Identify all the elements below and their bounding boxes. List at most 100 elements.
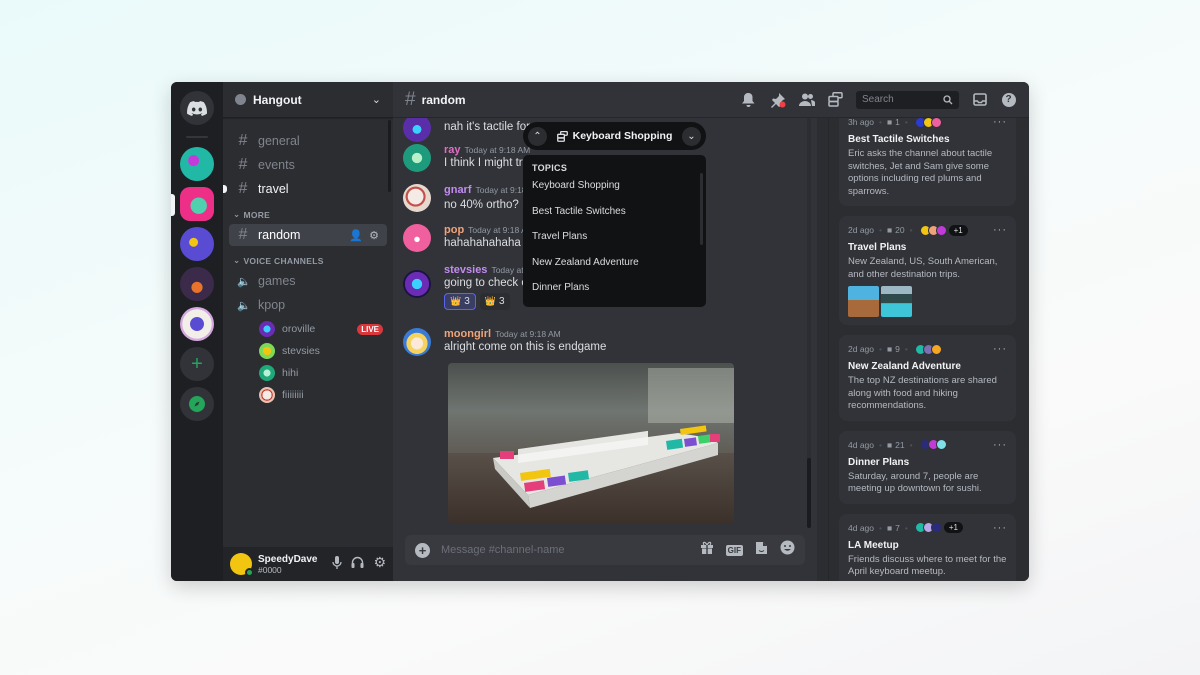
message-author[interactable]: moongirl Today at 9:18 AM: [444, 328, 606, 340]
voice-user[interactable]: hihi: [229, 362, 387, 384]
emoji-icon[interactable]: [780, 540, 795, 560]
channel-general[interactable]: # general: [229, 130, 387, 152]
topic-item[interactable]: Travel Plans: [532, 231, 697, 257]
rail-separator: [186, 136, 208, 138]
online-status-dot: [245, 568, 254, 577]
message-count-icon: ■: [886, 117, 893, 127]
thread-card[interactable]: 3h ago • ■ 1 • ··· Best Tactile Switches Eric…: [839, 108, 1016, 206]
hash-icon: #: [238, 180, 248, 197]
microphone-icon[interactable]: [332, 556, 343, 572]
voice-user[interactable]: stevsies: [229, 340, 387, 362]
previous-topic-button[interactable]: ⌃: [528, 126, 547, 146]
panel-divider: [828, 118, 829, 581]
pin-icon[interactable]: [769, 91, 786, 108]
avatar[interactable]: [403, 144, 431, 172]
reaction-button[interactable]: 👑 3: [479, 293, 510, 310]
chat-scrollbar[interactable]: [807, 118, 811, 528]
channel-scrollbar[interactable]: [388, 120, 391, 192]
thread-card[interactable]: 2d ago • ■ 9 • ··· New Zealand Adventure The …: [839, 335, 1016, 421]
hash-icon: #: [238, 156, 248, 173]
topic-item[interactable]: New Zealand Adventure: [532, 257, 697, 283]
attach-plus-icon[interactable]: +: [415, 542, 430, 558]
hash-icon: #: [238, 226, 248, 243]
members-icon[interactable]: [798, 91, 815, 108]
topics-scrollbar[interactable]: [700, 173, 703, 245]
more-options-icon[interactable]: ···: [993, 224, 1007, 236]
gift-icon[interactable]: [700, 541, 714, 559]
next-topic-button[interactable]: ⌄: [682, 126, 701, 146]
gear-icon[interactable]: ⚙: [369, 229, 379, 242]
invite-icon[interactable]: 👤: [349, 229, 363, 242]
channel-travel[interactable]: # travel: [223, 178, 387, 200]
username: SpeedyDave: [258, 553, 318, 565]
topic-item[interactable]: Dinner Plans: [532, 282, 697, 308]
chevron-down-icon: ⌄: [233, 209, 241, 219]
server-icon-4[interactable]: [180, 267, 214, 301]
avatar[interactable]: [403, 328, 431, 356]
channel-events[interactable]: # events: [229, 154, 387, 176]
chat-area: # random Search ? nah it's tactile for r…: [393, 82, 1029, 581]
avatar[interactable]: [403, 224, 431, 252]
message: ray Today at 9:18 AM I think I might try: [403, 144, 530, 172]
message-author[interactable]: ray Today at 9:18 AM: [444, 144, 530, 156]
reaction-button[interactable]: 👑 3: [444, 293, 476, 310]
avatar[interactable]: [403, 184, 431, 212]
chevron-up-icon: ⌃: [533, 130, 542, 142]
voice-channel-kpop[interactable]: 🔈 kpop: [229, 294, 387, 316]
plus-icon: +: [191, 353, 203, 375]
more-options-icon[interactable]: ···: [993, 343, 1007, 355]
thread-age: 4d ago: [848, 439, 874, 450]
channel-random[interactable]: # random 👤 ⚙: [229, 224, 387, 246]
voice-user[interactable]: fiiiiiiii: [229, 384, 387, 406]
server-icon-2[interactable]: [180, 187, 214, 221]
channel-list: # general # events # travel ⌄ MORE # random 👤…: [223, 118, 393, 547]
server-icon-3[interactable]: [180, 227, 214, 261]
topic-item[interactable]: Best Tactile Switches: [532, 206, 697, 232]
server-icon-5[interactable]: [180, 307, 214, 341]
thumbnail-lake[interactable]: [881, 286, 912, 317]
inbox-icon[interactable]: [971, 91, 988, 108]
thread-card[interactable]: 4d ago • ■ 7 • +1 ··· LA Meetup Friends discus…: [839, 513, 1016, 581]
threads-icon[interactable]: [827, 91, 844, 108]
message-author[interactable]: pop Today at 9:18 AM: [444, 224, 534, 236]
thumbnail-road[interactable]: [848, 286, 879, 317]
avatar[interactable]: [403, 270, 431, 298]
message-input[interactable]: [441, 544, 700, 556]
settings-gear-icon[interactable]: ⚙: [373, 555, 386, 572]
message: nah it's tactile for: [403, 118, 530, 142]
thread-card[interactable]: 2d ago • ■ 20 • +1 ··· Travel Plans New Zealan…: [839, 216, 1016, 325]
current-topic[interactable]: Keyboard Shopping: [573, 130, 673, 142]
more-options-icon[interactable]: ···: [993, 439, 1007, 451]
more-options-icon[interactable]: ···: [993, 522, 1007, 534]
category-more[interactable]: ⌄ MORE: [229, 209, 387, 220]
explore-button[interactable]: [180, 387, 214, 421]
threads-icon: [556, 130, 568, 142]
avatar: [259, 365, 275, 381]
search-input[interactable]: Search: [856, 90, 959, 109]
thread-age: 2d ago: [848, 344, 874, 354]
help-icon[interactable]: ?: [1000, 91, 1017, 108]
guild-header[interactable]: Hangout ⌄: [223, 82, 393, 118]
voice-channel-games[interactable]: 🔈 games: [229, 270, 387, 292]
thread-card[interactable]: 4d ago • ■ 21 • ··· Dinner Plans Saturday, ar…: [839, 430, 1016, 504]
add-server-button[interactable]: +: [180, 347, 214, 381]
home-button[interactable]: [180, 91, 214, 125]
participant-avatars: [919, 224, 947, 236]
gif-icon[interactable]: GIF: [725, 544, 743, 556]
headphones-icon[interactable]: [351, 556, 364, 572]
topic-item[interactable]: Keyboard Shopping: [532, 180, 697, 206]
avatar[interactable]: [403, 118, 431, 142]
voice-user[interactable]: oroville LIVE: [229, 318, 387, 340]
topics-dropdown: TOPICS Keyboard Shopping Best Tactile Sw…: [523, 155, 706, 307]
bell-icon[interactable]: [740, 91, 757, 108]
scrollbar-thumb[interactable]: [807, 458, 811, 528]
thread-age: 2d ago: [848, 225, 874, 235]
keyboard-photo[interactable]: [448, 363, 734, 523]
selected-indicator: [171, 194, 175, 216]
server-icon-1[interactable]: [180, 147, 214, 181]
message-count-icon: ■: [886, 439, 893, 450]
user-avatar[interactable]: [230, 553, 254, 577]
category-voice[interactable]: ⌄ VOICE CHANNELS: [229, 255, 387, 266]
sticker-icon[interactable]: [755, 541, 768, 560]
chevron-down-icon: ⌄: [371, 94, 381, 106]
